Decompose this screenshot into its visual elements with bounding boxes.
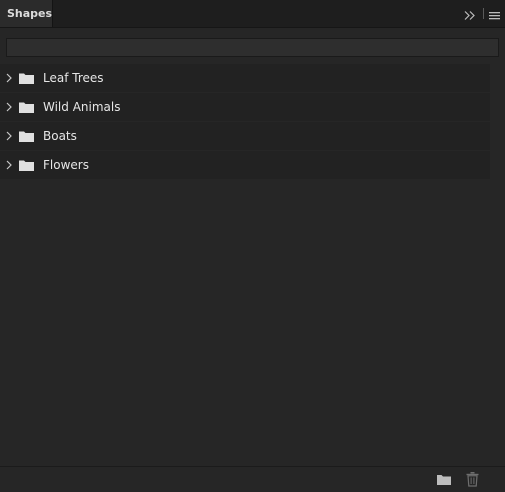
panel-bottom-bar — [0, 466, 505, 492]
shape-group-leaf-trees[interactable]: Leaf Trees — [0, 64, 490, 92]
panel-tab-bar: Shapes — [0, 0, 505, 28]
shape-group-label: Boats — [43, 129, 77, 143]
chevron-right-icon[interactable] — [5, 130, 13, 142]
shape-group-label: Flowers — [43, 158, 89, 172]
shapes-panel: Shapes Leaf Trees Wild Animals Boats Flo… — [0, 0, 505, 492]
panel-menu-button[interactable] — [488, 7, 501, 20]
tab-shapes[interactable]: Shapes — [0, 0, 53, 27]
chevron-right-icon[interactable] — [5, 159, 13, 171]
shape-group-label: Wild Animals — [43, 100, 121, 114]
chevron-right-icon[interactable] — [5, 101, 13, 113]
folder-icon — [19, 73, 34, 84]
delete-button[interactable] — [465, 471, 480, 487]
shape-group-boats[interactable]: Boats — [0, 122, 490, 150]
folder-icon — [19, 102, 34, 113]
shape-group-flowers[interactable]: Flowers — [0, 151, 490, 179]
trash-icon — [466, 472, 479, 487]
collapse-panel-button[interactable] — [462, 7, 478, 20]
shape-group-wild-animals[interactable]: Wild Animals — [0, 93, 490, 121]
search-shapes-input[interactable] — [6, 38, 499, 57]
tab-bar-divider — [483, 8, 484, 19]
double-chevron-right-icon — [464, 11, 475, 20]
folder-icon — [19, 131, 34, 142]
new-group-button[interactable] — [436, 472, 452, 487]
tab-shapes-label: Shapes — [7, 7, 53, 20]
folder-icon — [19, 160, 34, 171]
shape-groups-list: Leaf Trees Wild Animals Boats Flowers — [0, 64, 505, 180]
shape-group-label: Leaf Trees — [43, 71, 104, 85]
folder-icon — [437, 475, 451, 485]
chevron-right-icon[interactable] — [5, 72, 13, 84]
hamburger-menu-icon — [489, 12, 500, 20]
